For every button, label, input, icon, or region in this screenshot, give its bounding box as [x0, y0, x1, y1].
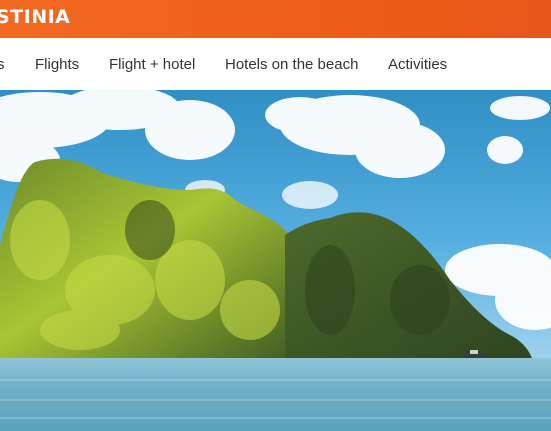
nav-item-flight-hotel[interactable]: Flight + hotel: [109, 38, 195, 90]
island-photo: [0, 90, 551, 431]
main-nav: s Flights Flight + hotel Hotels on the b…: [0, 38, 551, 91]
nav-item-truncated[interactable]: s: [0, 38, 5, 90]
nav-item-flights[interactable]: Flights: [35, 38, 79, 90]
top-header-bar: STINIA: [0, 0, 551, 38]
brand-logo[interactable]: STINIA: [0, 5, 70, 29]
sea: [0, 358, 551, 431]
page: STINIA s Flights Flight + hotel Hotels o…: [0, 0, 551, 431]
nav-item-hotels-beach[interactable]: Hotels on the beach: [225, 38, 358, 90]
hero-banner: [0, 90, 551, 431]
nav-item-activities[interactable]: Activities: [388, 38, 447, 90]
